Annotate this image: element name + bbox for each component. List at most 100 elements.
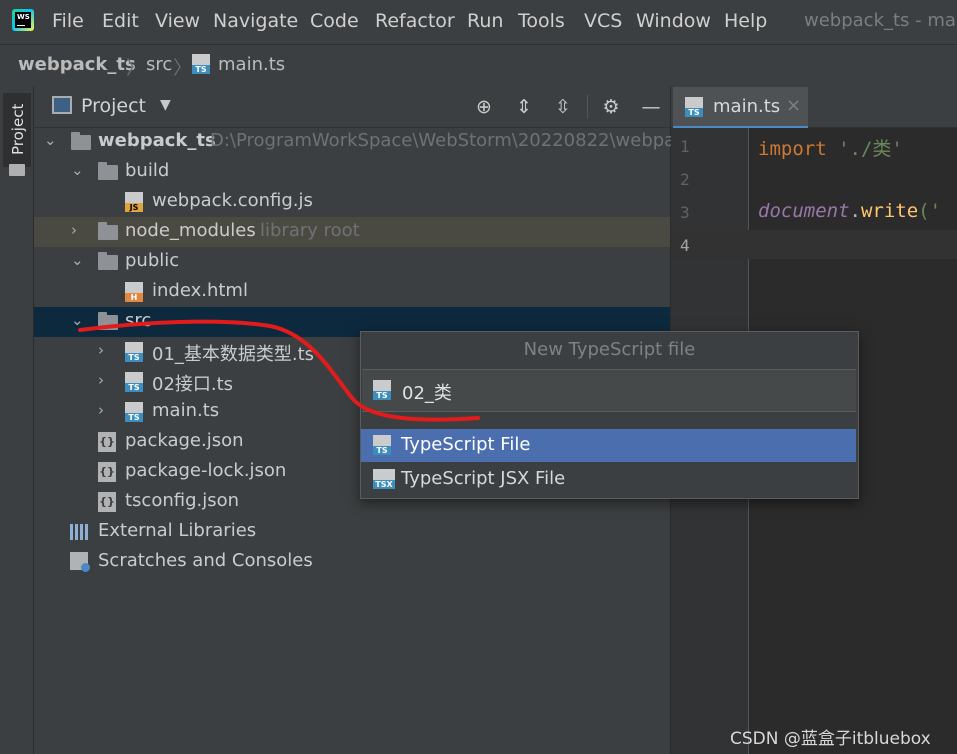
project-panel-header: Project ▼ ⊕ ⇕ ⇳ ⚙ — — [34, 87, 670, 128]
menu-code[interactable]: Code — [310, 10, 359, 32]
close-icon[interactable]: × — [786, 95, 801, 116]
typescript-file-icon: TS — [125, 402, 143, 422]
menu-window[interactable]: Window — [636, 10, 711, 32]
file-label: 01_基本数据类型.ts — [152, 344, 315, 365]
breadcrumb-separator-icon: 〉 — [173, 57, 193, 79]
file-label: tsconfig.json — [125, 490, 240, 511]
code-line-1: import './类' — [758, 134, 903, 161]
chevron-right-icon[interactable]: › — [98, 341, 104, 359]
line-number: 1 — [680, 137, 690, 156]
tree-row-webpack-config[interactable]: JS webpack.config.js — [34, 187, 670, 217]
file-label: webpack.config.js — [152, 190, 313, 211]
option-label: TypeScript JSX File — [401, 468, 566, 489]
chevron-down-icon[interactable]: ⌄ — [71, 311, 84, 329]
tree-row-public[interactable]: ⌄ public — [34, 247, 670, 277]
tree-row-root[interactable]: ⌄ webpack_ts D:\ProgramWorkSpace\WebStor… — [34, 127, 721, 157]
project-tool-tab[interactable]: Project — [3, 93, 31, 167]
json-file-icon: {} — [98, 432, 116, 452]
breadcrumb-file[interactable]: main.ts — [218, 54, 285, 75]
typescript-file-icon: TS — [373, 435, 391, 455]
menu-file[interactable]: File — [52, 10, 84, 32]
file-label: package-lock.json — [125, 460, 287, 481]
string-literal: './类' — [838, 138, 903, 160]
json-file-icon: {} — [98, 462, 116, 482]
collapse-all-icon[interactable]: ⇳ — [553, 97, 573, 117]
menu-vcs[interactable]: VCS — [584, 10, 622, 32]
menu-run[interactable]: Run — [467, 10, 503, 32]
navigation-bar: webpack_ts 〉 src 〉 TS main.ts — [0, 44, 957, 88]
javascript-file-icon: JS — [125, 192, 143, 212]
dot: . — [849, 200, 861, 222]
menu-edit[interactable]: Edit — [102, 10, 139, 32]
tree-row-build[interactable]: ⌄ build — [34, 157, 670, 187]
tsx-file-icon: TSX — [373, 469, 395, 489]
menu-refactor[interactable]: Refactor — [375, 10, 455, 32]
tree-row-node-modules[interactable]: › node_modules library root — [34, 217, 670, 247]
file-label: 02接口.ts — [152, 374, 234, 395]
file-label: main.ts — [152, 400, 220, 421]
crosshair-icon[interactable]: ⊕ — [474, 97, 494, 117]
option-typescript-jsx-file[interactable]: TSX TypeScript JSX File — [361, 463, 856, 496]
gear-icon[interactable]: ⚙ — [601, 97, 621, 117]
breadcrumb-folder[interactable]: src — [146, 54, 172, 75]
menu-help[interactable]: Help — [724, 10, 767, 32]
menu-tools[interactable]: Tools — [518, 10, 565, 32]
option-typescript-file[interactable]: TS TypeScript File — [361, 429, 856, 462]
chevron-down-icon[interactable]: ⌄ — [71, 251, 84, 269]
input-value: 02_类 — [402, 383, 452, 404]
chevron-right-icon[interactable]: › — [98, 371, 104, 389]
json-file-icon: {} — [98, 492, 116, 512]
tree-row-external-libraries[interactable]: External Libraries — [34, 517, 670, 547]
folder-icon — [71, 132, 91, 150]
file-label: package.json — [125, 430, 244, 451]
minimize-icon[interactable]: — — [641, 97, 661, 117]
expand-all-icon[interactable]: ⇕ — [514, 97, 534, 117]
popup-title: New TypeScript file — [523, 339, 696, 360]
code-line-3: document.write(' — [758, 200, 941, 222]
folder-icon — [98, 222, 118, 240]
scratches-badge-icon — [81, 563, 90, 572]
option-label: TypeScript File — [401, 434, 531, 455]
library-root-hint: library root — [260, 220, 360, 241]
menu-navigate[interactable]: Navigate — [213, 10, 298, 32]
folder-label: node_modules — [125, 220, 256, 241]
project-view-icon — [52, 96, 72, 114]
line-number: 2 — [680, 170, 690, 189]
menu-view[interactable]: View — [155, 10, 200, 32]
typescript-file-icon: TS — [192, 54, 210, 74]
chevron-down-icon[interactable]: ⌄ — [71, 161, 84, 179]
tree-row-index-html[interactable]: H index.html — [34, 277, 670, 307]
line-number: 3 — [680, 203, 690, 222]
call-args: (' — [918, 200, 942, 222]
tab-label: main.ts — [713, 96, 781, 117]
toolbar-divider — [587, 95, 588, 119]
editor-tab-main-ts[interactable]: TS main.ts × — [673, 87, 808, 129]
chevron-right-icon[interactable]: › — [71, 221, 77, 239]
file-label: index.html — [152, 280, 248, 301]
watermark: CSDN @蓝盒子itbluebox — [730, 729, 931, 749]
breadcrumb-project[interactable]: webpack_ts — [18, 54, 136, 75]
chevron-right-icon[interactable]: › — [98, 401, 104, 419]
item-label: Scratches and Consoles — [98, 550, 313, 571]
line-number: 4 — [680, 236, 690, 255]
method-write: write — [860, 200, 919, 222]
root-name: webpack_ts — [98, 130, 216, 151]
typescript-file-icon: TS — [373, 380, 391, 400]
folder-icon — [9, 164, 25, 176]
tool-window-strip: Project — [0, 87, 34, 754]
html-file-icon: H — [125, 282, 143, 302]
chevron-down-icon[interactable]: ⌄ — [44, 131, 57, 149]
keyword-import: import — [758, 138, 827, 160]
menu-bar: WS File Edit View Navigate Code Refactor… — [0, 0, 957, 44]
chevron-down-icon[interactable]: ▼ — [160, 97, 171, 113]
folder-icon — [98, 312, 118, 330]
file-name-input[interactable]: TS 02_类 — [362, 369, 856, 412]
folder-label: build — [125, 160, 170, 181]
folder-label: src — [125, 310, 152, 331]
root-path: D:\ProgramWorkSpace\WebStorm\20220822\we… — [210, 130, 721, 151]
library-icon — [70, 524, 90, 540]
webstorm-logo-icon: WS — [12, 9, 34, 31]
current-line-highlight — [671, 230, 957, 259]
tree-row-scratches[interactable]: Scratches and Consoles — [34, 547, 670, 577]
panel-title[interactable]: Project — [81, 95, 146, 117]
